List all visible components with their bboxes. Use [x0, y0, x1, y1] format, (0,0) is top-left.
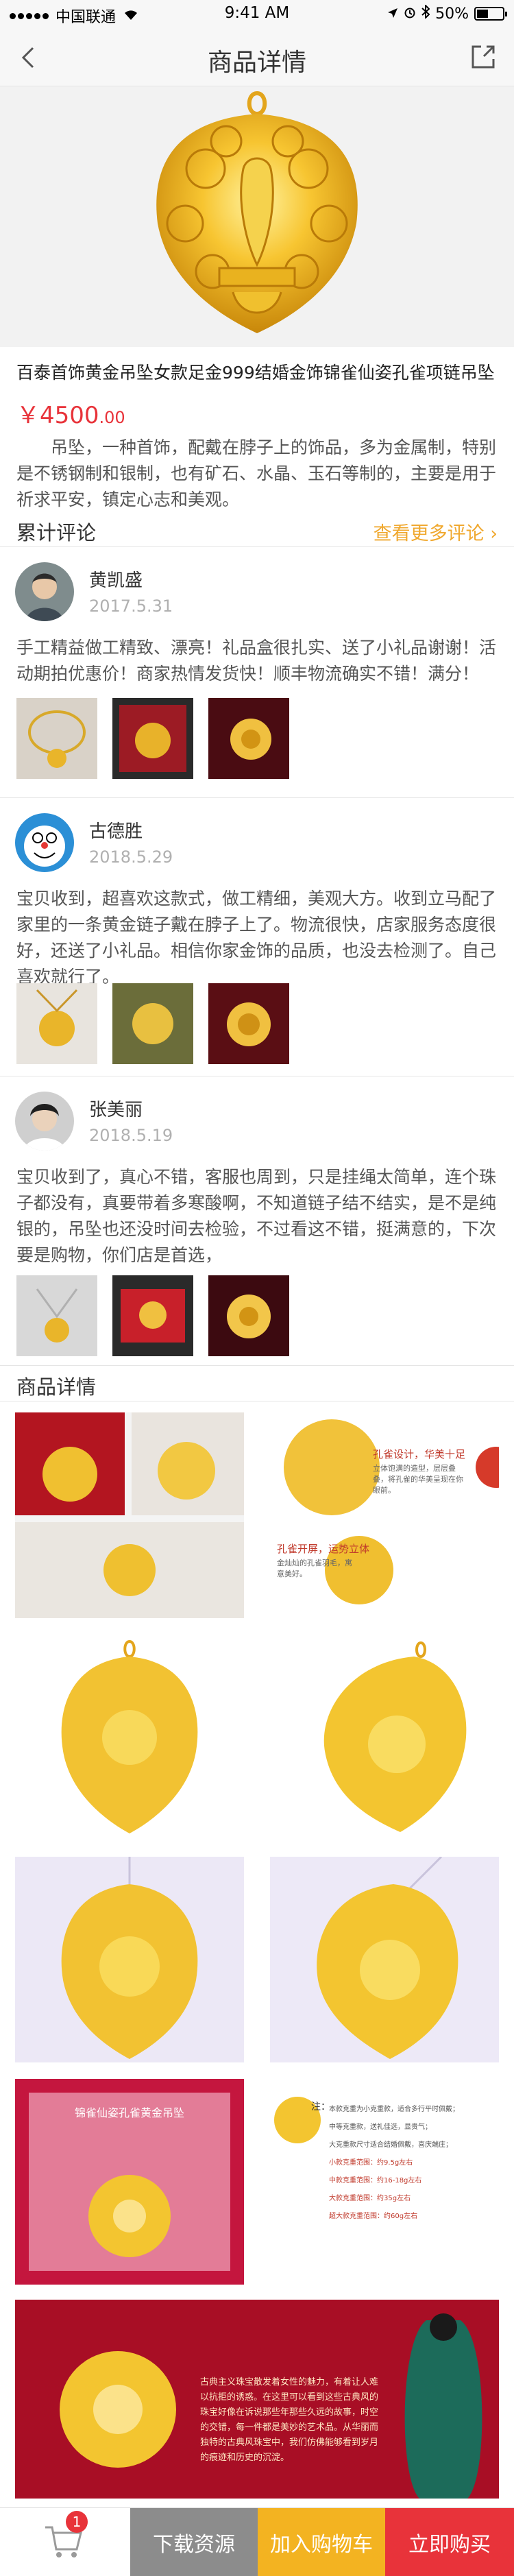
- review-item: 张美丽 2018.5.19 宝贝收到了，真心不错，客服也周到，只是挂绳太简单，连…: [0, 1076, 514, 1366]
- nav-bar: 商品详情: [0, 27, 514, 86]
- review-photo[interactable]: [208, 983, 289, 1064]
- download-button[interactable]: 下载资源: [130, 2508, 258, 2576]
- add-to-cart-button[interactable]: 加入购物车: [258, 2508, 385, 2576]
- avatar: [15, 1092, 74, 1151]
- review-date: 2018.5.19: [89, 1126, 173, 1145]
- chevron-right-icon: ›: [490, 523, 498, 544]
- note-line: 大款克重范围：约35g左右: [329, 2195, 411, 2202]
- tail-title: 孔雀开屏，运势立体: [277, 1543, 370, 1555]
- page-title: 商品详情: [207, 49, 306, 77]
- banner-title: 锦雀仙姿孔雀黄金吊坠: [74, 2106, 184, 2119]
- review-photo[interactable]: [208, 1275, 289, 1356]
- reviewer-name: 张美丽: [89, 1100, 143, 1120]
- details-header: 商品详情: [0, 1366, 514, 1401]
- avatar: [15, 813, 74, 872]
- bluetooth-icon: [421, 3, 430, 23]
- note-lines: 本款克重为小克重款，适合多行平时佩戴； 中等克重款，送礼佳选，显贵气； 大克重款…: [329, 2101, 493, 2226]
- detail-image-story-banner[interactable]: 古典主义珠宝散发着女性的魅力，有着让人难以抗拒的诱惑。在这里可以看到这些古典风的…: [15, 2300, 499, 2499]
- reviewer-name: 古德胜: [89, 821, 143, 842]
- review-date: 2017.5.31: [89, 597, 173, 616]
- note-line: 中款克重范围：约16-18g左右: [329, 2177, 422, 2184]
- review-photo[interactable]: [112, 983, 193, 1064]
- review-text: 手工精益做工精致、漂亮！礼品盒很扎实、送了小礼品谢谢！活动期拍优惠价！商家热情发…: [16, 638, 497, 684]
- review-photo[interactable]: [208, 698, 289, 779]
- review-date: 2018.5.29: [89, 847, 173, 867]
- share-icon[interactable]: [467, 41, 499, 73]
- details-label: 商品详情: [16, 1375, 97, 1399]
- product-price: ￥4500.00: [16, 396, 125, 430]
- note-line: 中等克重款，送礼佳选，显贵气；: [329, 2123, 432, 2131]
- view-more-label: 查看更多评论: [373, 523, 485, 544]
- review-photo[interactable]: [112, 1275, 193, 1356]
- status-right: 50%: [387, 3, 507, 23]
- review-item: 黄凯盛 2017.5.31 手工精益做工精致、漂亮！礼品盒很扎实、送了小礼品谢谢…: [0, 547, 514, 798]
- product-title: 百泰首饰黄金吊坠女款足金999结婚金饰锦雀仙姿孔雀项链吊坠: [16, 363, 495, 383]
- detail-image-pendant-lavender[interactable]: [15, 1857, 244, 2062]
- review-text: 宝贝收到，超喜欢这款式，做工精细，美观大方。收到立马配了家里的一条黄金链子戴在脖…: [16, 889, 497, 987]
- detail-image-pendant-front[interactable]: [15, 1635, 244, 1840]
- cart-button[interactable]: 1: [0, 2508, 130, 2576]
- buy-now-button[interactable]: 立即购买: [385, 2508, 514, 2576]
- reviews-header: 累计评论 查看更多评论 ›: [0, 510, 514, 547]
- note-line: 本款克重为小克重款，适合多行平时佩戴；: [329, 2106, 459, 2113]
- review-images: [16, 983, 289, 1064]
- review-photo[interactable]: [16, 1275, 97, 1356]
- battery-fill: [477, 10, 488, 18]
- reviewer-name: 黄凯盛: [89, 570, 143, 591]
- detail-image-size-notes[interactable]: 注： 本款克重为小克重款，适合多行平时佩戴； 中等克重款，送礼佳选，显贵气； 大…: [270, 2079, 499, 2285]
- note-label: 注：: [311, 2102, 330, 2112]
- cart-count-badge: 1: [66, 2511, 88, 2533]
- product-hero-image[interactable]: [0, 86, 514, 347]
- battery-percent: 50%: [435, 5, 469, 23]
- story-text: 古典主义珠宝散发着女性的魅力，有着让人难以抗拒的诱惑。在这里可以看到这些古典风的…: [200, 2377, 379, 2463]
- location-icon: [387, 5, 398, 23]
- review-photo[interactable]: [112, 698, 193, 779]
- price-main: ￥4500: [16, 402, 99, 429]
- design-body: 立体饱满的造型，层层叠叠，将孔雀的华美呈现在你眼前。: [373, 1464, 463, 1495]
- product-detail-gallery: 孔雀设计，华美十足 立体饱满的造型，层层叠叠，将孔雀的华美呈现在你眼前。 孔雀开…: [0, 1401, 514, 2507]
- status-bar: 中国联通 9:41 AM 50%: [0, 0, 514, 27]
- note-line: 小款克重范围：约9.5g左右: [329, 2159, 413, 2167]
- review-item: 古德胜 2018.5.29 宝贝收到，超喜欢这款式，做工精细，美观大方。收到立马…: [0, 798, 514, 1076]
- note-line: 超大款克重范围：约60g左右: [329, 2213, 418, 2220]
- price-decimal: .00: [99, 408, 125, 427]
- review-photo[interactable]: [16, 698, 97, 779]
- review-text: 宝贝收到了，真心不错，客服也周到，只是挂绳太简单，连个珠子都没有，真要带着多寒酸…: [16, 1167, 497, 1265]
- design-title: 孔雀设计，华美十足: [373, 1448, 466, 1460]
- detail-image-collage[interactable]: [15, 1412, 244, 1618]
- tail-body: 金灿灿的孔雀羽毛，寓意美好。: [277, 1558, 352, 1578]
- detail-image-pendant-lavender-2[interactable]: [270, 1857, 499, 2062]
- battery-icon: [474, 7, 507, 21]
- avatar: [15, 562, 74, 621]
- bottom-action-bar: 1 下载资源 加入购物车 立即购买: [0, 2507, 514, 2576]
- review-photo[interactable]: [16, 983, 97, 1064]
- product-description: 吊坠，一种首饰，配戴在脖子上的饰品，多为金属制，特别是不锈钢制和银制，也有矿石、…: [16, 437, 497, 509]
- detail-image-design[interactable]: 孔雀设计，华美十足 立体饱满的造型，层层叠叠，将孔雀的华美呈现在你眼前。 孔雀开…: [270, 1412, 499, 1618]
- note-line: 大克重款尺寸适合结婚佩戴，喜庆端庄；: [329, 2141, 452, 2149]
- detail-image-pendant-angle[interactable]: [270, 1635, 499, 1840]
- reviews-label: 累计评论: [16, 521, 97, 544]
- alarm-icon: [404, 5, 416, 23]
- review-images: [16, 1275, 289, 1356]
- view-more-reviews-link[interactable]: 查看更多评论 ›: [374, 518, 498, 545]
- detail-image-model-banner[interactable]: 锦雀仙姿孔雀黄金吊坠: [15, 2079, 244, 2285]
- review-images: [16, 698, 289, 779]
- peacock-pendant-image: [0, 86, 514, 347]
